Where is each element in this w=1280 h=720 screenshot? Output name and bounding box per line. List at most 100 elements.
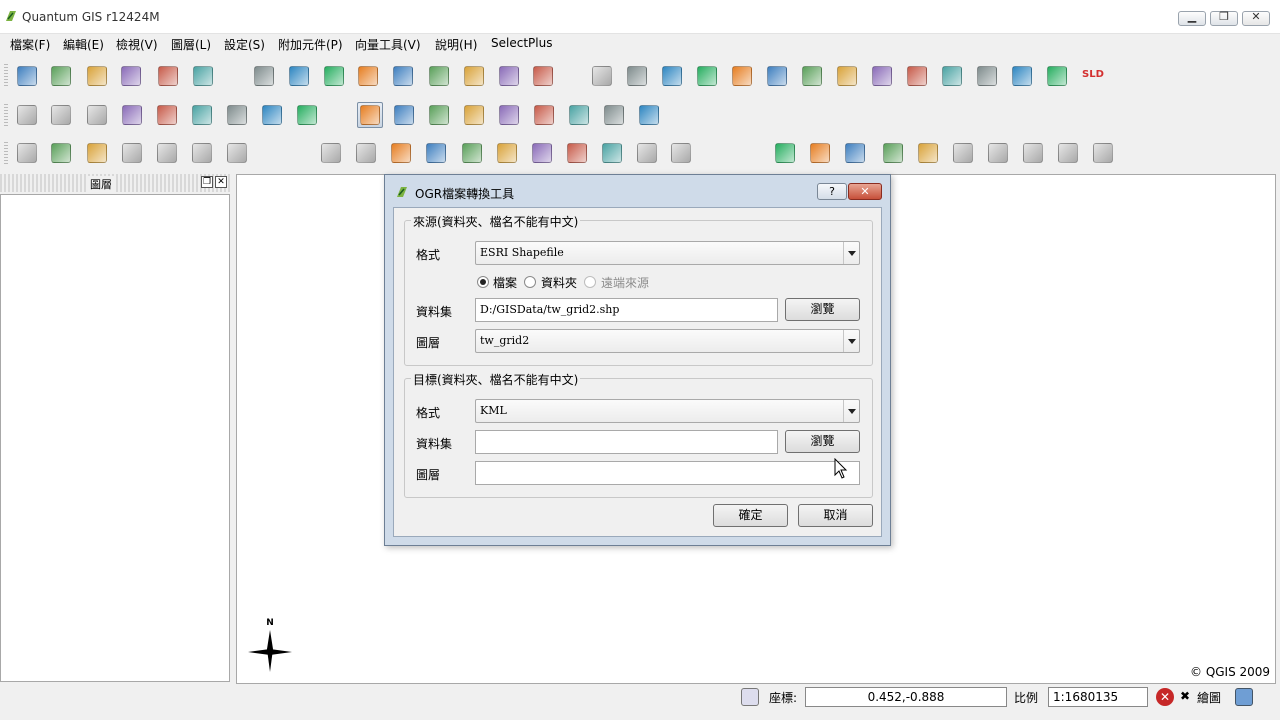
cancel-button[interactable]: 取消 (798, 504, 873, 527)
label-abc-tool[interactable] (834, 63, 860, 89)
stop-render-icon[interactable]: ✕ (1156, 688, 1174, 706)
star-tool-tool[interactable] (807, 140, 833, 166)
projection-icon[interactable] (741, 688, 759, 706)
scale-tool[interactable] (1009, 63, 1035, 89)
north-arrow-tool[interactable] (869, 63, 895, 89)
grass-tool[interactable] (694, 63, 720, 89)
source-dataset-input[interactable]: D:/GISData/tw_grid2.shp (475, 298, 778, 322)
node-tool-tool[interactable] (84, 140, 110, 166)
copy-tool[interactable] (189, 140, 215, 166)
radio-folder[interactable] (524, 276, 536, 288)
select-tool[interactable] (48, 102, 74, 128)
add-island-tool[interactable] (423, 140, 449, 166)
add-ring-tool[interactable] (388, 140, 414, 166)
layers-list[interactable] (0, 194, 230, 682)
rotate-tool[interactable] (668, 140, 694, 166)
target-browse-button[interactable]: 瀏覽 (785, 430, 860, 453)
radio-remote-label[interactable]: 遠端來源 (601, 274, 649, 291)
print-tool[interactable] (190, 63, 216, 89)
source-browse-button[interactable]: 瀏覽 (785, 298, 860, 321)
histogram-tool[interactable] (799, 63, 825, 89)
new-project-tool[interactable] (14, 63, 40, 89)
close-panel-button[interactable]: ✕ (215, 176, 227, 188)
remove-layer-tool[interactable] (461, 63, 487, 89)
radio-file-label[interactable]: 檔案 (493, 274, 517, 291)
export-tool[interactable] (1090, 140, 1116, 166)
target-dataset-input[interactable] (475, 430, 778, 454)
redo-tool[interactable] (353, 140, 379, 166)
open-project-tool[interactable] (48, 63, 74, 89)
menu-selectplus[interactable]: SelectPlus (491, 36, 552, 50)
grass-edit-tool[interactable] (915, 140, 941, 166)
menu-vector-tools[interactable]: 向量工具(V) (355, 36, 421, 53)
3d-viewer-tool[interactable] (729, 63, 755, 89)
hot-view-tool[interactable] (294, 102, 320, 128)
menu-settings[interactable]: 設定(S) (224, 36, 265, 53)
reshape-tool[interactable] (529, 140, 555, 166)
hammer-tool[interactable] (1020, 140, 1046, 166)
menu-view[interactable]: 檢視(V) (116, 36, 158, 53)
sld-label[interactable]: SLD (1082, 69, 1104, 80)
map-tips-tool[interactable] (224, 102, 250, 128)
print-composer-tool[interactable] (155, 63, 181, 89)
radio-file[interactable] (477, 276, 489, 288)
edit-pencil-tool[interactable] (14, 140, 40, 166)
brush-tool[interactable] (985, 140, 1011, 166)
zoom-next-tool[interactable] (601, 102, 627, 128)
refresh-tool[interactable] (636, 102, 662, 128)
ok-button[interactable]: 確定 (713, 504, 788, 527)
move-feature-tool[interactable] (48, 140, 74, 166)
grass-add-tool[interactable] (880, 140, 906, 166)
delete-part-tool[interactable] (494, 140, 520, 166)
scale-bar-tool[interactable] (624, 63, 650, 89)
add-raster-layer-tool[interactable] (286, 63, 312, 89)
minimize-button[interactable]: ▁ (1178, 10, 1206, 26)
menu-help[interactable]: 說明(H) (435, 36, 477, 53)
message-icon[interactable] (1235, 688, 1253, 706)
add-vector-layer-tool[interactable] (251, 63, 277, 89)
split-feature-tool[interactable] (564, 140, 590, 166)
home-view-tool[interactable] (259, 102, 285, 128)
gps-tool[interactable] (530, 63, 556, 89)
zoom-out-tool[interactable] (426, 102, 452, 128)
georeferencer-tool[interactable] (764, 63, 790, 89)
identify-tool[interactable] (14, 102, 40, 128)
cut-tool[interactable] (154, 140, 180, 166)
undo-tool[interactable] (318, 140, 344, 166)
new-shapefile-tool[interactable] (426, 63, 452, 89)
zoom-in-tool[interactable] (391, 102, 417, 128)
menu-plugins[interactable]: 附加元件(P) (278, 36, 343, 53)
float-panel-button[interactable]: ❐ (201, 176, 213, 188)
save-as-tool[interactable] (118, 63, 144, 89)
measure-area-tool[interactable] (189, 102, 215, 128)
elephant-tool[interactable] (1044, 63, 1070, 89)
attribute-table-tool[interactable] (119, 102, 145, 128)
region-tool[interactable] (950, 140, 976, 166)
deselect-tool[interactable] (84, 102, 110, 128)
book-tool[interactable] (1055, 140, 1081, 166)
style-tool[interactable] (974, 63, 1000, 89)
toolbar-handle[interactable] (4, 64, 8, 88)
simplify-tool[interactable] (634, 140, 660, 166)
remove-tool-tool[interactable] (842, 140, 868, 166)
grass-tools-tool[interactable] (772, 140, 798, 166)
add-spatialite-layer-tool[interactable] (355, 63, 381, 89)
maximize-button[interactable]: ❐ (1210, 10, 1238, 26)
add-wfs-layer-tool[interactable] (496, 63, 522, 89)
menu-edit[interactable]: 編輯(E) (63, 36, 104, 53)
copyright-label-tool[interactable] (589, 63, 615, 89)
dialog-close-button[interactable]: ✕ (848, 183, 882, 200)
ogr-converter-tool[interactable] (904, 63, 930, 89)
menu-file[interactable]: 檔案(F) (10, 36, 50, 53)
scale-field[interactable]: 1:1680135 (1048, 687, 1148, 707)
source-format-select[interactable]: ESRI Shapefile (475, 241, 860, 265)
save-project-tool[interactable] (84, 63, 110, 89)
menu-layer[interactable]: 圖層(L) (171, 36, 211, 53)
toolbar-handle[interactable] (4, 104, 8, 128)
radio-folder-label[interactable]: 資料夾 (541, 274, 577, 291)
close-window-button[interactable]: ✕ (1242, 10, 1270, 26)
render-check-icon[interactable]: ✖ (1180, 689, 1190, 703)
d2s-tool[interactable] (659, 63, 685, 89)
merge-features-tool[interactable] (599, 140, 625, 166)
delete-ring-tool[interactable] (459, 140, 485, 166)
